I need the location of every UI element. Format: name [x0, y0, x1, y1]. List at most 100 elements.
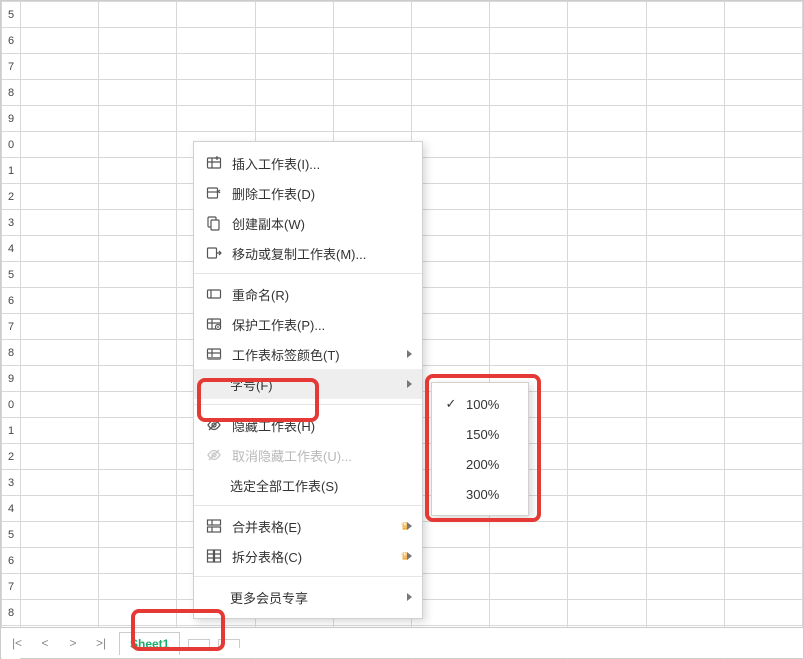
cell[interactable] [724, 340, 802, 366]
cell[interactable] [490, 340, 568, 366]
cell[interactable] [646, 2, 724, 28]
row-header[interactable]: 7 [2, 54, 21, 80]
cell[interactable] [724, 444, 802, 470]
row-header[interactable]: 1 [2, 418, 21, 444]
cell[interactable] [21, 548, 99, 574]
cell[interactable] [177, 2, 255, 28]
cell[interactable] [490, 184, 568, 210]
cell[interactable] [99, 444, 177, 470]
row-header[interactable]: 6 [2, 288, 21, 314]
cell[interactable] [568, 496, 646, 522]
cell[interactable] [411, 54, 489, 80]
cell[interactable] [255, 80, 333, 106]
cell[interactable] [646, 548, 724, 574]
menu-tab-color[interactable]: 工作表标签颜色(T) [194, 339, 422, 369]
cell[interactable] [568, 28, 646, 54]
font-size-option-200[interactable]: 200% [432, 449, 528, 479]
cell[interactable] [724, 28, 802, 54]
cell[interactable] [724, 600, 802, 626]
cell[interactable] [646, 574, 724, 600]
cell[interactable] [646, 80, 724, 106]
cell[interactable] [99, 28, 177, 54]
nav-prev-button[interactable]: < [35, 633, 55, 653]
cell[interactable] [99, 2, 177, 28]
cell[interactable] [646, 184, 724, 210]
row-header[interactable]: 6 [2, 548, 21, 574]
cell[interactable] [99, 600, 177, 626]
cell[interactable] [568, 2, 646, 28]
cell[interactable] [99, 54, 177, 80]
cell[interactable] [21, 496, 99, 522]
cell[interactable] [646, 366, 724, 392]
cell[interactable] [490, 262, 568, 288]
cell[interactable] [411, 340, 489, 366]
cell[interactable] [724, 470, 802, 496]
sheet-tab-2[interactable] [188, 639, 210, 648]
cell[interactable] [568, 418, 646, 444]
cell[interactable] [568, 548, 646, 574]
cell[interactable] [490, 600, 568, 626]
cell[interactable] [646, 262, 724, 288]
cell[interactable] [21, 106, 99, 132]
row-header[interactable]: 3 [2, 210, 21, 236]
sheet-tab-3[interactable] [218, 639, 240, 648]
cell[interactable] [411, 106, 489, 132]
font-size-option-300[interactable]: 300% [432, 479, 528, 509]
cell[interactable] [568, 210, 646, 236]
cell[interactable] [21, 80, 99, 106]
menu-hide-sheet[interactable]: 隐藏工作表(H) [194, 410, 422, 440]
cell[interactable] [724, 314, 802, 340]
cell[interactable] [21, 28, 99, 54]
cell[interactable] [568, 574, 646, 600]
cell[interactable] [21, 340, 99, 366]
cell[interactable] [411, 548, 489, 574]
cell[interactable] [490, 80, 568, 106]
cell[interactable] [646, 28, 724, 54]
cell[interactable] [568, 340, 646, 366]
row-header[interactable]: 4 [2, 496, 21, 522]
row-header[interactable]: 8 [2, 340, 21, 366]
menu-insert-sheet[interactable]: 插入工作表(I)... [194, 148, 422, 178]
cell[interactable] [724, 184, 802, 210]
cell[interactable] [568, 132, 646, 158]
cell[interactable] [21, 418, 99, 444]
cell[interactable] [646, 236, 724, 262]
cell[interactable] [21, 392, 99, 418]
cell[interactable] [99, 522, 177, 548]
cell[interactable] [490, 236, 568, 262]
cell[interactable] [646, 418, 724, 444]
cell[interactable] [333, 106, 411, 132]
cell[interactable] [177, 106, 255, 132]
cell[interactable] [724, 366, 802, 392]
cell[interactable] [21, 184, 99, 210]
cell[interactable] [411, 28, 489, 54]
cell[interactable] [568, 236, 646, 262]
cell[interactable] [568, 158, 646, 184]
cell[interactable] [490, 106, 568, 132]
cell[interactable] [99, 80, 177, 106]
cell[interactable] [21, 444, 99, 470]
cell[interactable] [490, 28, 568, 54]
cell[interactable] [177, 54, 255, 80]
cell[interactable] [724, 548, 802, 574]
cell[interactable] [490, 574, 568, 600]
cell[interactable] [646, 288, 724, 314]
cell[interactable] [646, 496, 724, 522]
cell[interactable] [724, 236, 802, 262]
cell[interactable] [411, 210, 489, 236]
cell[interactable] [99, 288, 177, 314]
cell[interactable] [255, 54, 333, 80]
row-header[interactable]: 0 [2, 132, 21, 158]
cell[interactable] [21, 54, 99, 80]
cell[interactable] [646, 444, 724, 470]
row-header[interactable]: 5 [2, 262, 21, 288]
cell[interactable] [333, 80, 411, 106]
cell[interactable] [724, 132, 802, 158]
cell[interactable] [568, 444, 646, 470]
cell[interactable] [646, 522, 724, 548]
cell[interactable] [490, 288, 568, 314]
cell[interactable] [568, 314, 646, 340]
cell[interactable] [255, 2, 333, 28]
menu-delete-sheet[interactable]: 删除工作表(D) [194, 178, 422, 208]
row-header[interactable]: 2 [2, 444, 21, 470]
